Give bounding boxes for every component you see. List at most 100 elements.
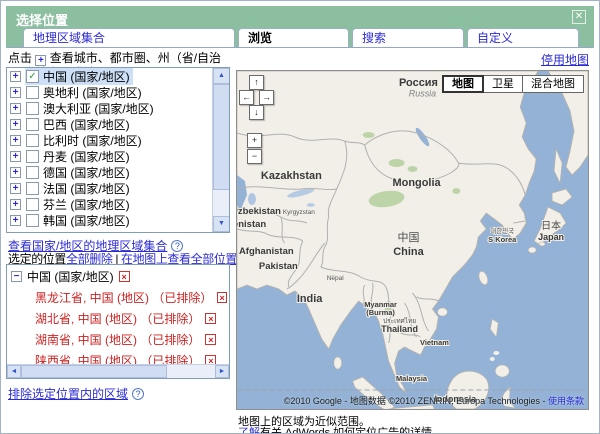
remove-icon[interactable]: × (217, 292, 227, 303)
tab-browse[interactable]: 浏览 (238, 28, 349, 47)
country-row: + 法国 (国家/地区) (7, 180, 229, 196)
checkbox[interactable] (26, 198, 39, 211)
map-label-skorea-native: 대한민국 (490, 226, 514, 235)
checkbox[interactable] (26, 134, 39, 147)
map-image: Россия Russia Kazakhstan Mongolia Uzbeki… (237, 71, 588, 409)
map-copyright: ©2010 Google - 地图数据 ©2010 ZENRIN, Europa… (284, 394, 584, 407)
map-type-satellite-button[interactable]: 卫星 (484, 75, 523, 93)
selected-locations-box: − 中国 (国家/地区) × 黑龙江省, 中国 (地区) （已排除） × 湖北省… (6, 264, 230, 379)
checkbox-checked[interactable]: ✓ (26, 70, 39, 83)
country-label[interactable]: 中国 (国家/地区) (43, 68, 130, 85)
country-label[interactable]: 奥地利 (国家/地区) (43, 84, 142, 101)
map-type-map-button[interactable]: 地图 (442, 75, 484, 93)
disable-map-link[interactable]: 停用地图 (541, 51, 589, 68)
horizontal-scrollbar[interactable]: ◄ ► (7, 364, 229, 378)
checkbox[interactable] (26, 86, 39, 99)
map-label-afghanistan: Afghanistan (239, 246, 294, 257)
scrollbar-thumb[interactable] (21, 365, 167, 378)
expand-icon[interactable]: + (10, 167, 21, 178)
country-row: + ✓ 中国 (国家/地区) (7, 68, 229, 84)
checkbox[interactable] (26, 182, 39, 195)
exclude-row: 排除选定位置内的区域 ? (8, 385, 144, 402)
select-location-dialog: 选择位置 ✕ 地理区域集合 浏览 搜索 自定义 点击 + 查看城市、都市圈、州（… (0, 0, 600, 434)
zoom-in-icon[interactable]: + (247, 133, 262, 148)
country-label[interactable]: 澳大利亚 (国家/地区) (43, 100, 154, 117)
pan-down-icon[interactable]: ↓ (249, 105, 264, 120)
map-label-thailand: Thailand (381, 324, 418, 334)
terms-link[interactable]: 使用条款 (548, 396, 584, 406)
country-row: + 澳大利亚 (国家/地区) (7, 100, 229, 116)
map-canvas[interactable]: Россия Russia Kazakhstan Mongolia Uzbeki… (236, 70, 589, 410)
country-label[interactable]: 法国 (国家/地区) (43, 180, 130, 197)
vertical-scrollbar[interactable]: ▲ ▼ (212, 68, 229, 232)
country-label[interactable]: 巴西 (国家/地区) (43, 116, 130, 133)
pan-right-icon[interactable]: → (259, 90, 274, 105)
scroll-right-icon[interactable]: ► (215, 365, 229, 378)
checkbox[interactable] (26, 214, 39, 227)
country-label[interactable]: 丹麦 (国家/地区) (43, 148, 130, 165)
pan-up-icon[interactable]: ↑ (249, 75, 264, 90)
learn-more-text: 有关 AdWords 如何定位广告的详情。 (260, 427, 443, 434)
pan-left-icon[interactable]: ← (239, 90, 254, 105)
remove-icon[interactable]: × (119, 271, 130, 282)
country-row: + 丹麦 (国家/地区) (7, 148, 229, 164)
zoom-out-icon[interactable]: − (247, 149, 262, 164)
excluded-region-row: 湖南省, 中国 (地区) （已排除） × (7, 328, 229, 349)
map-label-china: China (393, 246, 424, 258)
expand-icon[interactable]: + (10, 119, 21, 130)
country-row: + 奥地利 (国家/地区) (7, 84, 229, 100)
map-label-china-native: 中国 (398, 231, 420, 244)
scroll-left-icon[interactable]: ◄ (7, 365, 21, 378)
expand-icon[interactable]: + (10, 215, 21, 226)
excluded-region-label: 黑龙江省, 中国 (地区) （已排除） (35, 289, 212, 306)
map-label-malaysia: Malaysia (396, 374, 428, 383)
map-label-india: India (297, 293, 323, 305)
excluded-region-label: 湖南省, 中国 (地区) （已排除） (35, 331, 200, 348)
map-label-kazakhstan: Kazakhstan (261, 170, 322, 182)
scroll-down-icon[interactable]: ▼ (213, 216, 230, 232)
tab-bar: 地理区域集合 浏览 搜索 自定义 (23, 28, 579, 47)
country-label[interactable]: 芬兰 (国家/地区) (43, 196, 130, 213)
checkbox[interactable] (26, 118, 39, 131)
learn-more-link[interactable]: 了解 (238, 427, 260, 434)
map-label-mongolia: Mongolia (393, 177, 442, 189)
country-label[interactable]: 德国 (国家/地区) (43, 164, 130, 181)
remove-icon[interactable]: × (205, 313, 216, 324)
map-label-skorea: S Korea (488, 235, 517, 244)
map-label-uzbekistan: Uzbekistan (237, 206, 281, 217)
map-type-hybrid-button[interactable]: 混合地图 (523, 75, 584, 93)
expand-icon[interactable]: + (10, 151, 21, 162)
tab-search[interactable]: 搜索 (352, 28, 464, 47)
help-icon[interactable]: ? (132, 388, 144, 400)
copyright-text: ©2010 Google - 地图数据 ©2010 ZENRIN, Europa… (284, 396, 548, 406)
excluded-region-row: 黑龙江省, 中国 (地区) （已排除） × (7, 286, 229, 307)
collapse-icon[interactable]: − (11, 271, 22, 282)
expand-icon[interactable]: + (10, 87, 21, 98)
selected-root-label: 中国 (国家/地区) (27, 268, 114, 285)
map-label-turkmenistan: enistan (237, 219, 266, 230)
exclude-regions-link[interactable]: 排除选定位置内的区域 (8, 385, 128, 402)
close-icon[interactable]: ✕ (572, 10, 586, 24)
expand-icon[interactable]: + (10, 183, 21, 194)
country-row: + 韩国 (国家/地区) (7, 212, 229, 228)
country-list: + ✓ 中国 (国家/地区) + 奥地利 (国家/地区) + 澳大利亚 (国家/… (6, 67, 230, 233)
country-label[interactable]: 韩国 (国家/地区) (43, 212, 130, 229)
expand-icon[interactable]: + (10, 135, 21, 146)
expand-icon: + (35, 55, 46, 66)
map-label-vietnam: Vietnam (420, 338, 449, 347)
remove-icon[interactable]: × (205, 334, 216, 345)
expand-icon[interactable]: + (10, 199, 21, 210)
map-label-kyrgyzstan: Kyrgyzstan (283, 209, 315, 216)
tab-geo-collections[interactable]: 地理区域集合 (23, 28, 235, 47)
expand-icon[interactable]: + (10, 71, 21, 82)
checkbox[interactable] (26, 102, 39, 115)
country-label[interactable]: 比利时 (国家/地区) (43, 132, 142, 149)
tab-custom[interactable]: 自定义 (467, 28, 579, 47)
scroll-up-icon[interactable]: ▲ (213, 68, 230, 84)
excluded-region-label: 湖北省, 中国 (地区) （已排除） (35, 310, 200, 327)
scrollbar-thumb[interactable] (213, 84, 230, 190)
expand-icon[interactable]: + (10, 103, 21, 114)
excluded-region-row: 湖北省, 中国 (地区) （已排除） × (7, 307, 229, 328)
checkbox[interactable] (26, 166, 39, 179)
checkbox[interactable] (26, 150, 39, 163)
